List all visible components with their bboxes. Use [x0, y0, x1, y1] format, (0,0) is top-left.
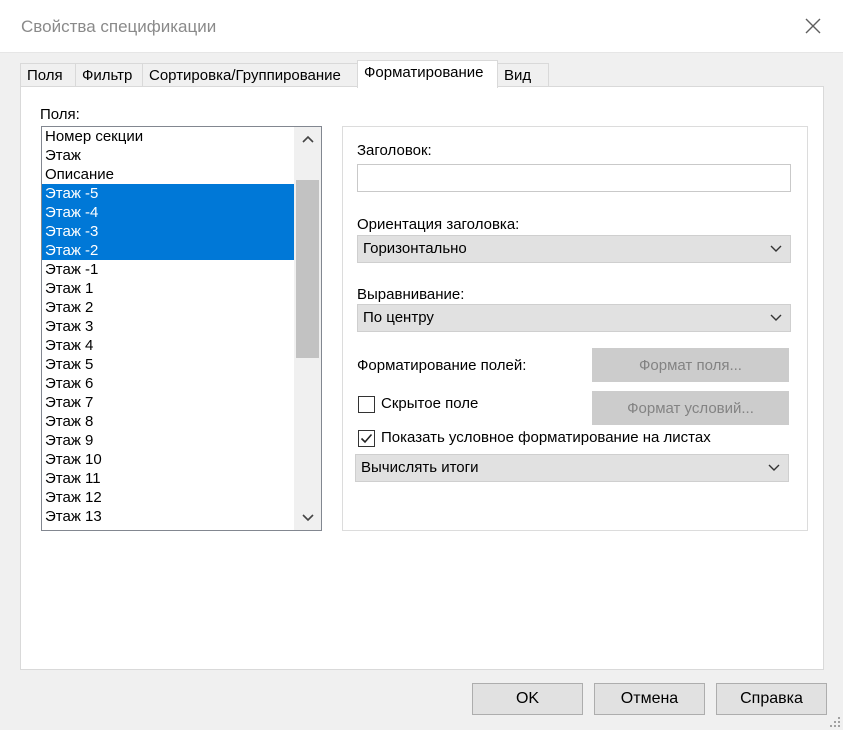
alignment-select[interactable]: По центру	[357, 304, 791, 332]
window-title: Свойства спецификации	[21, 17, 217, 36]
list-item[interactable]: Этаж 5	[42, 355, 294, 374]
scroll-thumb[interactable]	[296, 180, 319, 358]
list-item[interactable]: Этаж 8	[42, 412, 294, 431]
checkmark-icon	[360, 433, 373, 444]
tab-filter[interactable]: Фильтр	[75, 63, 143, 87]
heading-input[interactable]	[357, 164, 791, 192]
orientation-label: Ориентация заголовка:	[357, 216, 520, 233]
list-item[interactable]: Этаж 1	[42, 279, 294, 298]
scroll-down-button[interactable]	[294, 507, 321, 529]
cancel-button[interactable]: Отмена	[594, 683, 705, 715]
list-item[interactable]: Этаж 11	[42, 469, 294, 488]
fields-list: Номер секции Этаж Описание Этаж -5 Этаж -4 Эт…	[42, 127, 294, 526]
show-conditional-label: Показать условное форматирование на лист…	[381, 429, 711, 446]
orientation-select[interactable]: Горизонтально	[357, 235, 791, 263]
format-group: Заголовок: Ориентация заголовка: Горизон…	[342, 126, 808, 531]
ok-button[interactable]: OK	[472, 683, 583, 715]
list-item[interactable]: Этаж -5	[42, 184, 294, 203]
list-item[interactable]: Этаж 2	[42, 298, 294, 317]
alignment-label: Выравнивание:	[357, 286, 465, 303]
list-item[interactable]: Этаж 4	[42, 336, 294, 355]
close-button[interactable]	[795, 8, 831, 44]
totals-value: Вычислять итоги	[361, 459, 479, 476]
list-item[interactable]: Этаж -4	[42, 203, 294, 222]
list-item[interactable]: Этаж 13	[42, 507, 294, 526]
list-item[interactable]: Этаж 12	[42, 488, 294, 507]
list-item[interactable]: Этаж	[42, 146, 294, 165]
tab-sorting-grouping[interactable]: Сортировка/Группирование	[142, 63, 358, 87]
conditional-format-button[interactable]: Формат условий...	[592, 391, 789, 425]
totals-select[interactable]: Вычислять итоги	[355, 454, 789, 482]
formatting-panel: Поля: Номер секции Этаж Описание Этаж -5 Эта…	[20, 86, 824, 670]
chevron-down-icon	[770, 245, 782, 252]
chevron-down-icon	[770, 314, 782, 321]
hidden-field-checkbox[interactable]	[358, 396, 375, 413]
field-format-button[interactable]: Формат поля...	[592, 348, 789, 382]
close-icon	[805, 18, 821, 34]
show-conditional-checkbox[interactable]	[358, 430, 375, 447]
list-item[interactable]: Этаж -2	[42, 241, 294, 260]
list-item[interactable]: Описание	[42, 165, 294, 184]
list-item[interactable]: Этаж 3	[42, 317, 294, 336]
help-button[interactable]: Справка	[716, 683, 827, 715]
list-item[interactable]: Этаж 6	[42, 374, 294, 393]
title-bar: Свойства спецификации	[0, 0, 843, 53]
fields-listbox[interactable]: Номер секции Этаж Описание Этаж -5 Этаж -4 Эт…	[41, 126, 322, 531]
heading-label: Заголовок:	[357, 142, 432, 159]
chevron-down-icon	[768, 464, 780, 471]
list-item[interactable]: Этаж 7	[42, 393, 294, 412]
fields-scrollbar[interactable]	[294, 127, 321, 530]
hidden-field-label: Скрытое поле	[381, 395, 479, 412]
chevron-down-icon	[301, 514, 314, 522]
list-item[interactable]: Номер секции	[42, 127, 294, 146]
scroll-up-button[interactable]	[294, 128, 321, 150]
tab-appearance[interactable]: Вид	[497, 63, 549, 87]
list-item[interactable]: Этаж -3	[42, 222, 294, 241]
alignment-value: По центру	[363, 309, 434, 326]
orientation-value: Горизонтально	[363, 240, 467, 257]
fields-label: Поля:	[40, 106, 80, 123]
list-item[interactable]: Этаж 10	[42, 450, 294, 469]
list-item[interactable]: Этаж 9	[42, 431, 294, 450]
tab-formatting[interactable]: Форматирование	[357, 60, 498, 88]
resize-grip-icon[interactable]	[829, 716, 841, 728]
field-format-label: Форматирование полей:	[357, 357, 527, 374]
chevron-up-icon	[301, 135, 314, 143]
tab-fields[interactable]: Поля	[20, 63, 76, 87]
list-item[interactable]: Этаж -1	[42, 260, 294, 279]
